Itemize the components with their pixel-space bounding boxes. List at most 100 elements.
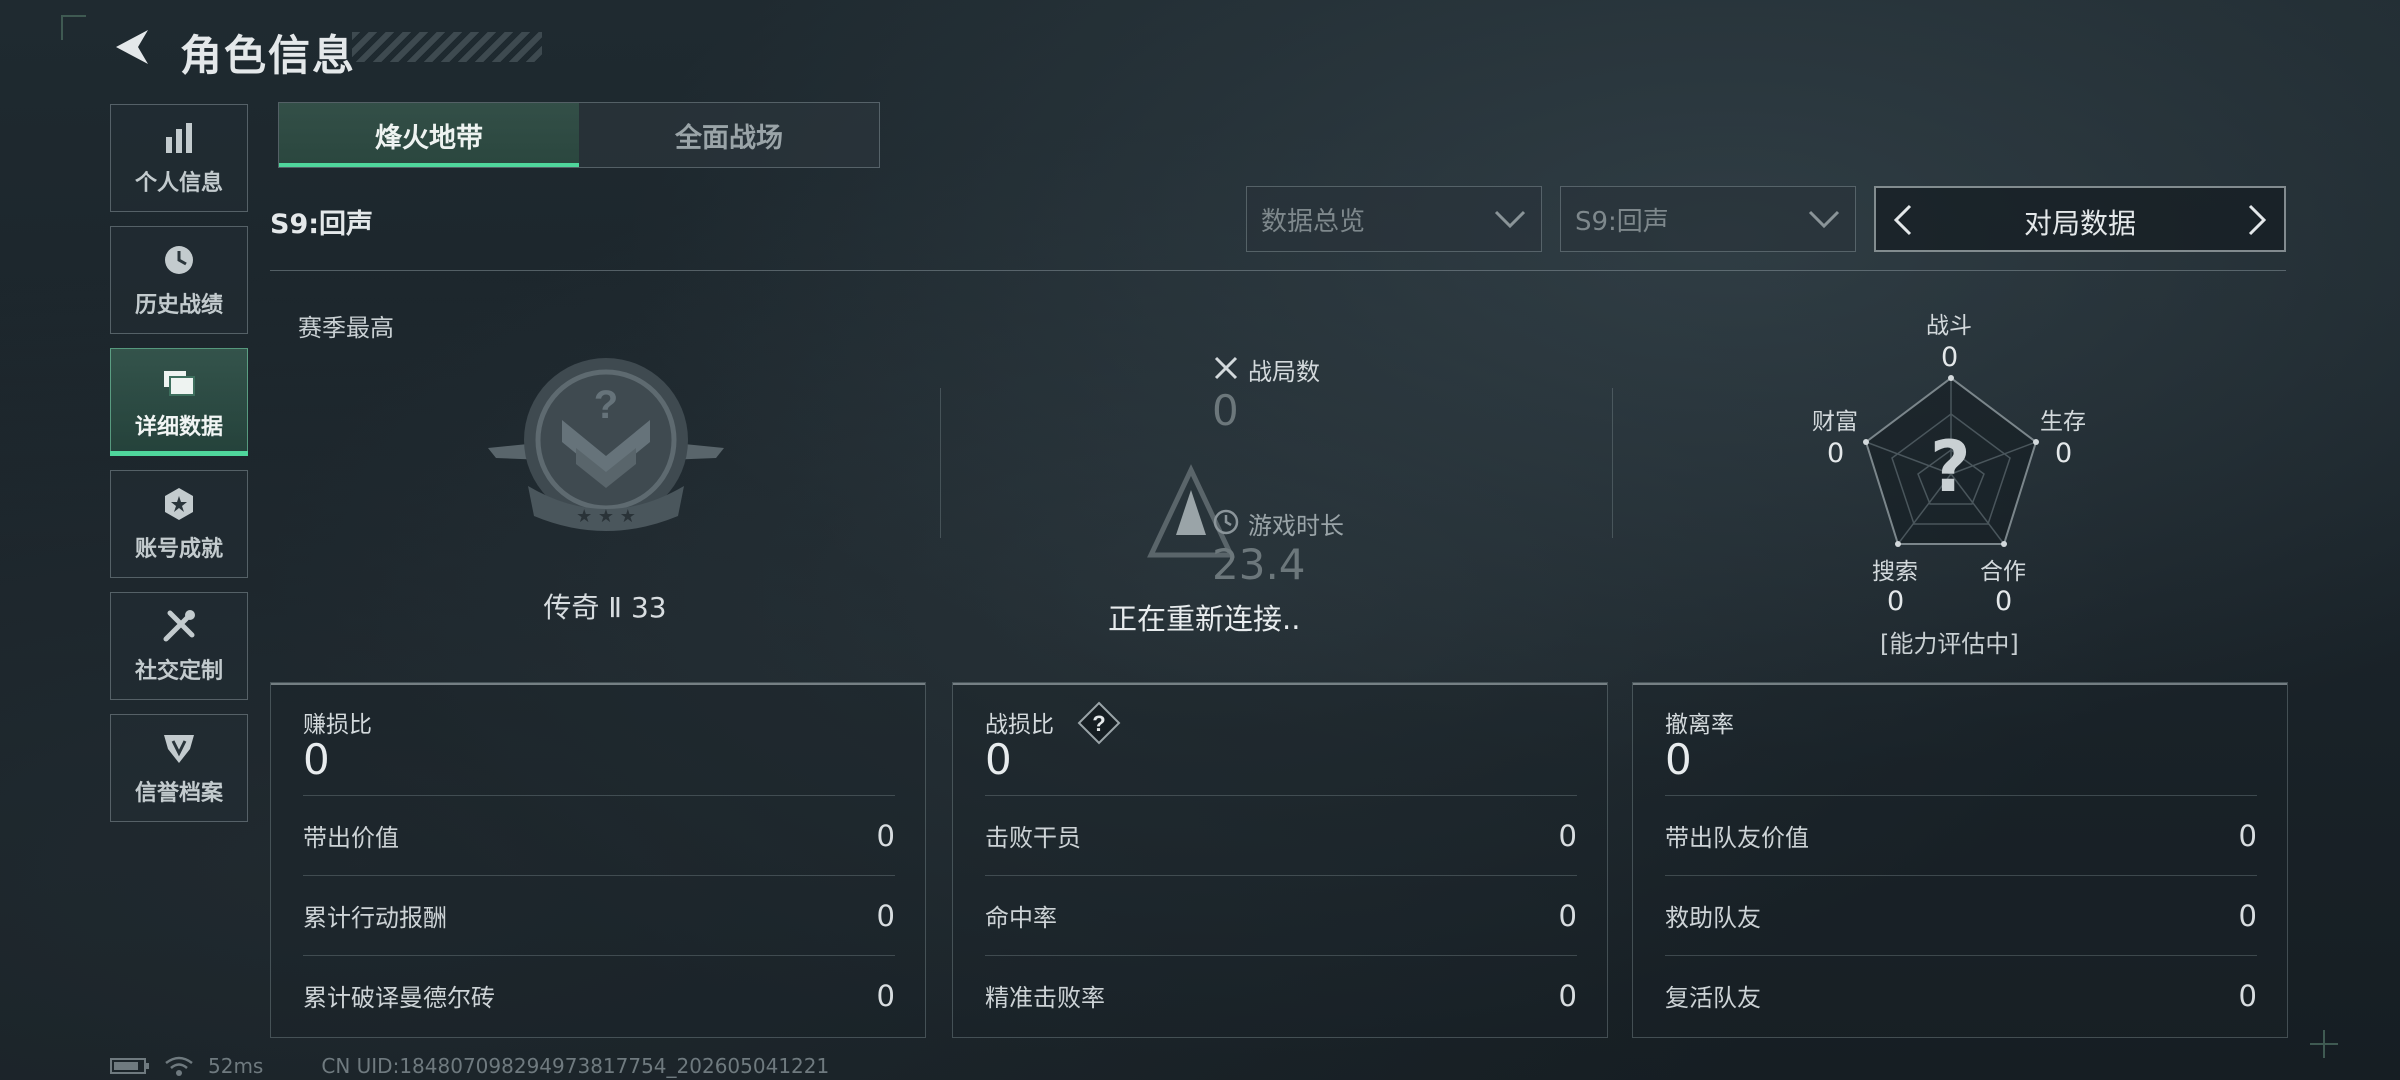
rank-name: 传奇 Ⅱ 33 [543,591,667,624]
stat-row-label: 带出价值 [303,824,399,852]
dropdown-value: 数据总览 [1261,206,1366,237]
sidebar-item-label: 信誉档案 [134,781,223,806]
ability-assessing-note: [能力评估中] [1880,630,2019,658]
radar-coop-value: 0 [1995,586,2013,617]
switcher-label: 对局数据 [2023,207,2136,240]
rank-emblem-icon: ? ★ ★ ★ [488,358,724,531]
stat-row-label: 复活队友 [1665,984,1761,1012]
sidebar-item-label: 历史战绩 [134,293,223,318]
radar-combat-value: 0 [1941,342,1959,373]
radar-center-mark: ? [1930,426,1971,508]
card-title: 战损比 [985,712,1054,738]
card-title: 撤离率 [1665,712,1734,738]
svg-text:?: ? [594,383,618,427]
stat-row-label: 带出队友价值 [1665,824,1809,852]
chevron-down-icon [1808,210,1840,229]
section-divider [270,270,2286,271]
play-time-label: 游戏时长 [1248,512,1344,540]
bar-chart-icon [166,123,192,153]
stat-row: 复活队友 0 [1665,955,2257,1035]
rank-caption: 赛季最高 [298,314,394,342]
page-title: 角色信息 [180,31,357,80]
column-divider [1612,388,1613,538]
sidebar: 个人信息 历史战绩 详细数据 账号成就 社交定制 信誉档案 [110,104,248,836]
battery-icon [110,1058,149,1074]
column-divider [940,388,941,538]
sidebar-item-label: 账号成就 [134,537,223,562]
kd-ratio-card: 战损比 ? 0 击败干员 0 命中率 0 精准击败率 0 [952,682,1608,1038]
user-uid: CN UID:1848070982949738177​54_2026050412… [321,1054,830,1078]
sidebar-item-reputation[interactable]: 信誉档案 [110,714,248,822]
ping-value: 52ms [208,1054,264,1078]
stat-row-label: 累计破译曼德尔砖 [303,984,495,1012]
stat-row-value: 0 [2238,818,2257,853]
stat-row: 击败干员 0 [985,795,1577,875]
stat-row-label: 精准击败率 [985,984,1105,1012]
sidebar-item-label: 详细数据 [134,415,223,440]
games-label: 战局数 [1248,358,1320,386]
season-label: S9:回声 [270,209,374,240]
stat-row-label: 救助队友 [1665,904,1761,932]
stat-row: 救助队友 0 [1665,875,2257,955]
stat-row-label: 击败干员 [985,824,1081,852]
stat-row-value: 0 [2238,898,2257,933]
data-overview-dropdown[interactable]: 数据总览 [1246,186,1542,252]
help-icon[interactable]: ? [1077,701,1121,745]
data-type-switcher: 对局数据 [1874,186,2286,252]
card-main-value: 0 [303,735,330,784]
stat-row: 累计行动报酬 0 [303,875,895,955]
corner-decoration-icon [2310,1030,2338,1058]
back-arrow-icon[interactable] [108,24,154,70]
stat-row-label: 累计行动报酬 [303,904,447,932]
sidebar-item-achievements[interactable]: 账号成就 [110,470,248,578]
stat-row-value: 0 [1558,898,1577,933]
stat-row: 带出价值 0 [303,795,895,875]
status-bar: 52ms CN UID:1848070982949738177​54_20260… [110,1054,829,1078]
svg-text:★ ★ ★: ★ ★ ★ [576,506,636,527]
stat-row: 累计破译曼德尔砖 0 [303,955,895,1035]
sidebar-item-label: 社交定制 [134,659,223,684]
help-mark: ? [1092,711,1105,736]
sidebar-item-detailed-data[interactable]: 详细数据 [110,348,248,456]
sidebar-item-history[interactable]: 历史战绩 [110,226,248,334]
wifi-icon [165,1056,193,1076]
stat-row-value: 0 [1558,978,1577,1013]
season-dropdown[interactable]: S9:回声 [1560,186,1856,252]
chevron-down-icon [1494,210,1526,229]
stat-row-value: 0 [876,978,895,1013]
radar-wealth-label: 财富 [1812,409,1858,435]
tools-icon [163,610,195,642]
corner-decoration-icon [61,15,86,40]
stat-row-value: 0 [876,818,895,853]
radar-coop-label: 合作 [1980,559,2026,585]
sidebar-item-personal-info[interactable]: 个人信息 [110,104,248,212]
achievement-icon [165,488,193,520]
card-title: 赚损比 [303,712,372,738]
reputation-icon [164,735,194,763]
tab-hazard-zone[interactable]: 烽火地带 [279,103,579,167]
radar-wealth-value: 0 [1827,438,1845,469]
card-main-value: 0 [985,735,1012,784]
crossed-swords-icon [1214,356,1238,380]
stat-row-value: 0 [876,898,895,933]
extraction-rate-card: 撤离率 0 带出队友价值 0 救助队友 0 复活队友 0 [1632,682,2288,1038]
radar-search-label: 搜索 [1872,559,1918,585]
chevron-right-icon[interactable] [2242,204,2272,236]
mode-tabs: 烽火地带 全面战场 [278,102,880,168]
radar-survival-label: 生存 [2040,409,2086,435]
radar-combat-label: 战斗 [1926,313,1972,339]
radar-search-value: 0 [1887,586,1905,617]
stat-row: 命中率 0 [985,875,1577,955]
games-value: 0 [1212,386,1239,435]
play-time-value: 23.4 [1212,540,1306,589]
stat-row-label: 命中率 [985,904,1057,932]
radar-survival-value: 0 [2055,438,2073,469]
stat-row-value: 0 [2238,978,2257,1013]
folder-icon [164,371,195,396]
profit-loss-card: 赚损比 0 带出价值 0 累计行动报酬 0 累计破译曼德尔砖 0 [270,682,926,1038]
tab-full-battlefield[interactable]: 全面战场 [579,103,879,167]
sidebar-item-label: 个人信息 [134,171,223,196]
dropdown-value: S9:回声 [1575,206,1669,237]
clock-icon [1213,509,1239,535]
sidebar-item-social[interactable]: 社交定制 [110,592,248,700]
